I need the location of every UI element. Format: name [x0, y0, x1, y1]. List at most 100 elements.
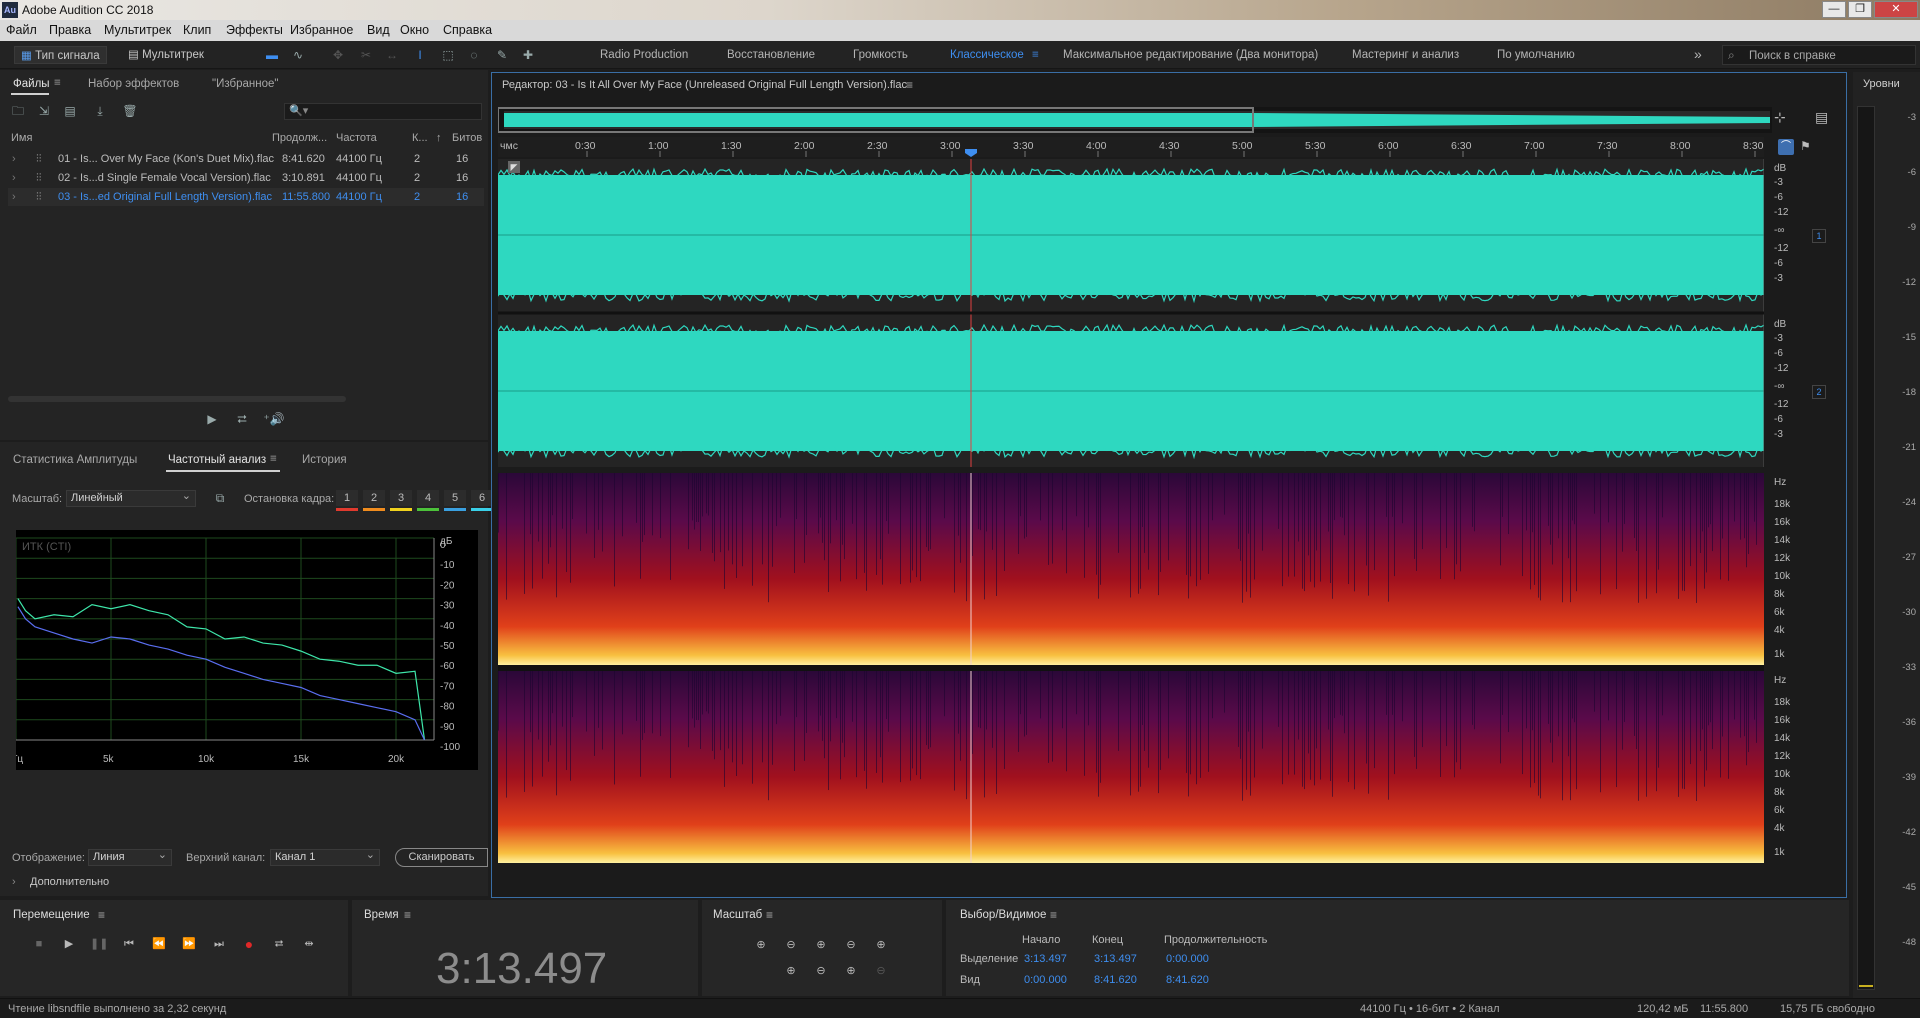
play-icon[interactable]: ▶ — [60, 935, 78, 953]
selection-end[interactable]: 3:13.497 — [1094, 953, 1137, 965]
record-icon[interactable]: ● — [240, 935, 258, 953]
stop-icon[interactable]: ■ — [30, 935, 48, 953]
freeze-slot-2[interactable]: 2 — [363, 490, 385, 506]
overview-navigator[interactable] — [497, 107, 1772, 133]
analysis-menu-icon[interactable]: ≡ — [270, 453, 277, 465]
import-file-icon[interactable]: ⇲ — [36, 103, 52, 119]
zoom-in-amplitude-icon[interactable]: ⊕ — [752, 936, 770, 954]
zoom-right-edge-icon[interactable]: ⊖ — [872, 962, 890, 980]
time-menu-icon[interactable]: ≡ — [404, 908, 411, 922]
spectral-display[interactable] — [498, 473, 1764, 863]
marquee-tool-icon[interactable]: ⬚ — [440, 47, 456, 63]
workspace-menu-icon[interactable]: ≡ — [1032, 49, 1039, 61]
sort-arrow-icon[interactable]: ↑ — [436, 132, 442, 144]
slip-tool-icon[interactable]: ↔ — [384, 47, 400, 63]
menu-file[interactable]: Файл — [6, 23, 37, 37]
display-dropdown[interactable]: Линия — [88, 848, 172, 866]
spectral-pitch-icon[interactable]: ∿ — [290, 47, 306, 63]
insert-icon[interactable]: ⤓ — [92, 103, 108, 119]
view-duration[interactable]: 8:41.620 — [1166, 974, 1209, 986]
selection-start[interactable]: 3:13.497 — [1024, 953, 1067, 965]
workspace-classic[interactable]: Классическое — [950, 49, 1024, 61]
menu-clip[interactable]: Клип — [183, 23, 211, 37]
freeze-slot-3[interactable]: 3 — [390, 490, 412, 506]
col-duration[interactable]: Продолж... — [272, 132, 327, 144]
tab-frequency-analysis[interactable]: Частотный анализ — [168, 454, 266, 466]
workspace-radio-production[interactable]: Radio Production — [600, 49, 688, 61]
zoom-to-selection-icon[interactable]: ⊹ — [1774, 109, 1786, 126]
zoom-in-point-icon[interactable]: ⊕ — [872, 936, 890, 954]
menu-view[interactable]: Вид — [367, 23, 390, 37]
selection-duration[interactable]: 0:00.000 — [1166, 953, 1209, 965]
menu-multitrack[interactable]: Мультитрек — [104, 23, 171, 37]
workspace-default[interactable]: По умолчанию — [1497, 49, 1575, 61]
view-end[interactable]: 8:41.620 — [1094, 974, 1137, 986]
waveform-view-button[interactable]: ▦ Тип сигнала — [14, 46, 107, 64]
tab-amplitude-stats[interactable]: Статистика Амплитуды — [13, 454, 137, 466]
col-rate[interactable]: Частота — [336, 132, 377, 144]
overview-toggle-icon[interactable]: ▤ — [1815, 109, 1828, 126]
expand-icon[interactable]: › — [12, 153, 16, 165]
advanced-section[interactable]: Дополнительно — [30, 876, 109, 888]
advanced-expand-icon[interactable]: › — [12, 876, 16, 888]
loop-icon[interactable]: ⮂ — [270, 935, 288, 953]
tab-history[interactable]: История — [302, 454, 347, 466]
expand-icon[interactable]: › — [12, 172, 16, 184]
help-search[interactable]: ⌕ Поиск в справке — [1722, 45, 1916, 65]
pause-icon[interactable]: ❚❚ — [90, 935, 108, 953]
menu-favorites[interactable]: Избранное — [290, 23, 353, 37]
waveform-display[interactable]: ◤ — [497, 159, 1765, 467]
delete-icon[interactable]: 🗑 — [122, 103, 138, 119]
time-ruler[interactable]: чмс 0:30 1:00 1:30 2:00 2:30 3:00 3:30 4:00 4:30 5… — [498, 137, 1764, 157]
zoom-in-time-icon[interactable]: ⊕ — [812, 936, 830, 954]
skip-selection-icon[interactable]: ⇹ — [300, 935, 318, 953]
autoplay-icon[interactable]: ⁺🔊 — [262, 411, 286, 427]
channel-badge[interactable]: 1 — [1812, 229, 1826, 243]
loop-preview-icon[interactable]: ⮂ — [234, 411, 250, 427]
close-button[interactable]: ✕ — [1874, 1, 1918, 18]
spot-healing-tool-icon[interactable]: ✚ — [520, 47, 536, 63]
view-start[interactable]: 0:00.000 — [1024, 974, 1067, 986]
razor-tool-icon[interactable]: ✂ — [358, 47, 374, 63]
zoom-out-time-icon[interactable]: ⊖ — [842, 936, 860, 954]
editor-menu-icon[interactable]: ≡ — [906, 78, 913, 92]
scale-dropdown[interactable]: Линейный — [66, 489, 196, 507]
channel-dropdown[interactable]: Канал 1 — [270, 848, 380, 866]
marker-icon[interactable]: ⚑ — [1800, 139, 1811, 153]
minimize-button[interactable]: — — [1822, 1, 1846, 18]
fast-forward-icon[interactable]: ⏩ — [180, 935, 198, 953]
files-horizontal-scrollbar[interactable] — [8, 396, 346, 402]
menu-effects[interactable]: Эффекты — [226, 23, 283, 37]
tab-favorites[interactable]: "Избранное" — [212, 78, 278, 90]
zoom-left-edge-icon[interactable]: ⊕ — [842, 962, 860, 980]
play-preview-icon[interactable]: ▶ — [204, 411, 220, 427]
go-to-start-icon[interactable]: ⏮ — [120, 935, 138, 953]
zoom-selection-icon[interactable]: ⊕ — [782, 962, 800, 980]
multitrack-view-button[interactable]: ▤ Мультитрек — [122, 46, 210, 64]
files-menu-icon[interactable]: ≡ — [54, 77, 61, 89]
maximize-button[interactable]: ❐ — [1848, 1, 1872, 18]
time-selection-tool-icon[interactable]: I — [412, 47, 428, 63]
menu-help[interactable]: Справка — [443, 23, 492, 37]
expand-icon[interactable]: › — [12, 191, 16, 203]
open-file-icon[interactable]: 🗀 — [10, 103, 26, 119]
menu-window[interactable]: Окно — [400, 23, 429, 37]
freeze-slot-4[interactable]: 4 — [417, 490, 439, 506]
file-row-selected[interactable]: › ⫶⫶ 03 - Is...ed Original Full Length V… — [8, 188, 484, 206]
spectral-frequency-icon[interactable]: ▬ — [264, 47, 280, 63]
file-row[interactable]: › ⫶⫶ 02 - Is...d Single Female Vocal Ver… — [8, 169, 484, 187]
freeze-slot-6[interactable]: 6 — [471, 490, 493, 506]
col-name[interactable]: Имя — [11, 132, 32, 144]
workspace-loudness[interactable]: Громкость — [853, 49, 908, 61]
channel-badge[interactable]: 2 — [1812, 385, 1826, 399]
more-workspaces-icon[interactable]: » — [1694, 46, 1702, 62]
zoom-out-full-icon[interactable]: ⊖ — [812, 962, 830, 980]
freeze-slot-5[interactable]: 5 — [444, 490, 466, 506]
transport-menu-icon[interactable]: ≡ — [98, 908, 105, 922]
snap-icon[interactable]: ⌒ — [1778, 139, 1794, 155]
go-to-end-icon[interactable]: ⏭ — [210, 935, 228, 953]
brush-tool-icon[interactable]: ✎ — [494, 47, 510, 63]
file-row[interactable]: › ⫶⫶ 01 - Is... Over My Face (Kon's Duet… — [8, 150, 484, 168]
lasso-tool-icon[interactable]: ◌ — [466, 47, 482, 63]
zoom-menu-icon[interactable]: ≡ — [766, 908, 773, 922]
